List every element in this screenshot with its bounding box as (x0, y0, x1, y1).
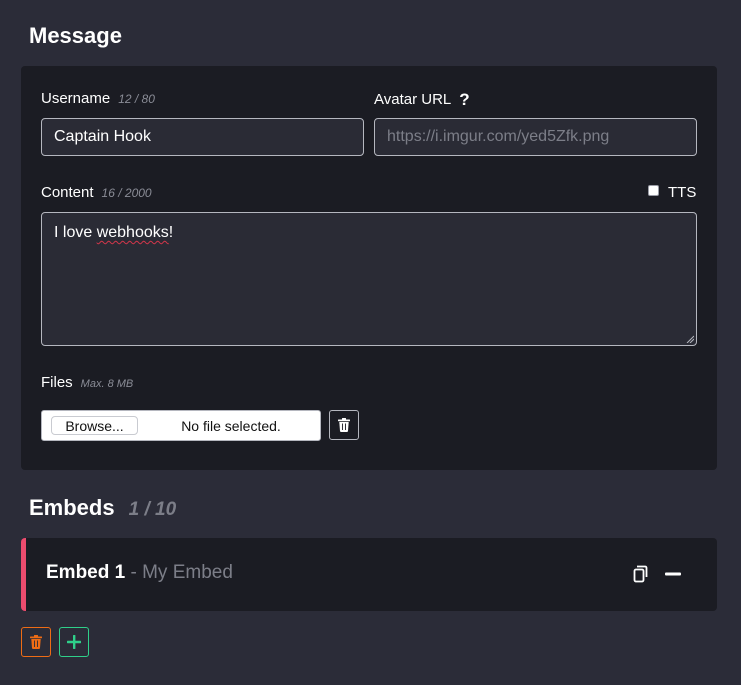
content-text-misspelled: webhooks (96, 224, 169, 241)
message-heading: Message (29, 23, 122, 48)
username-input[interactable]: Captain Hook (41, 118, 364, 156)
file-status: No file selected. (181, 417, 281, 434)
username-char-count: 12 / 80 (118, 92, 155, 106)
content-label-text: Content (41, 184, 94, 201)
avatar-url-label: Avatar URL ? (374, 91, 470, 108)
file-input[interactable]: Browse... No file selected. (41, 410, 321, 441)
resize-grip-icon[interactable] (686, 335, 694, 343)
files-label: Files Max. 8 MB (41, 375, 133, 390)
trash-icon (338, 418, 350, 432)
embed-subtitle: - My Embed (130, 562, 233, 583)
delete-all-embeds-button[interactable] (21, 627, 51, 657)
content-text-suffix: ! (168, 224, 174, 241)
content-textarea[interactable]: I love webhooks! (41, 212, 697, 346)
plus-icon (67, 635, 81, 649)
embeds-title: Embeds (29, 495, 115, 520)
minus-icon (665, 572, 681, 576)
clear-files-button[interactable] (329, 410, 359, 440)
content-text-prefix: I love (54, 224, 97, 241)
copy-embed-button[interactable] (631, 564, 651, 584)
tts-checkbox[interactable] (648, 185, 659, 196)
collapse-embed-button[interactable] (662, 564, 684, 584)
embed-item[interactable]: Embed 1 - My Embed (21, 538, 717, 611)
embeds-heading: Embeds 1 / 10 (29, 497, 176, 521)
embed-name: Embed 1 (46, 562, 126, 583)
embed-accent-bar (21, 538, 26, 611)
copy-icon (633, 565, 648, 583)
tts-label: TTS (668, 184, 697, 201)
content-char-count: 16 / 2000 (101, 186, 152, 200)
username-label-text: Username (41, 90, 111, 107)
username-label: Username 12 / 80 (41, 91, 155, 106)
content-label: Content 16 / 2000 (41, 185, 152, 200)
avatar-url-placeholder: https://i.imgur.com/yed5Zfk.png (387, 128, 610, 145)
add-embed-button[interactable] (59, 627, 89, 657)
embeds-count: 1 / 10 (128, 499, 177, 520)
files-size-limit: Max. 8 MB (80, 378, 134, 390)
avatar-url-label-text: Avatar URL (374, 91, 452, 108)
files-label-text: Files (41, 374, 73, 391)
trash-icon (30, 635, 42, 649)
avatar-url-input[interactable]: https://i.imgur.com/yed5Zfk.png (374, 118, 697, 156)
question-mark-icon[interactable]: ? (459, 91, 469, 108)
browse-button[interactable]: Browse... (51, 416, 138, 435)
username-value: Captain Hook (54, 128, 151, 145)
embed-header[interactable]: Embed 1 - My Embed (46, 562, 233, 584)
